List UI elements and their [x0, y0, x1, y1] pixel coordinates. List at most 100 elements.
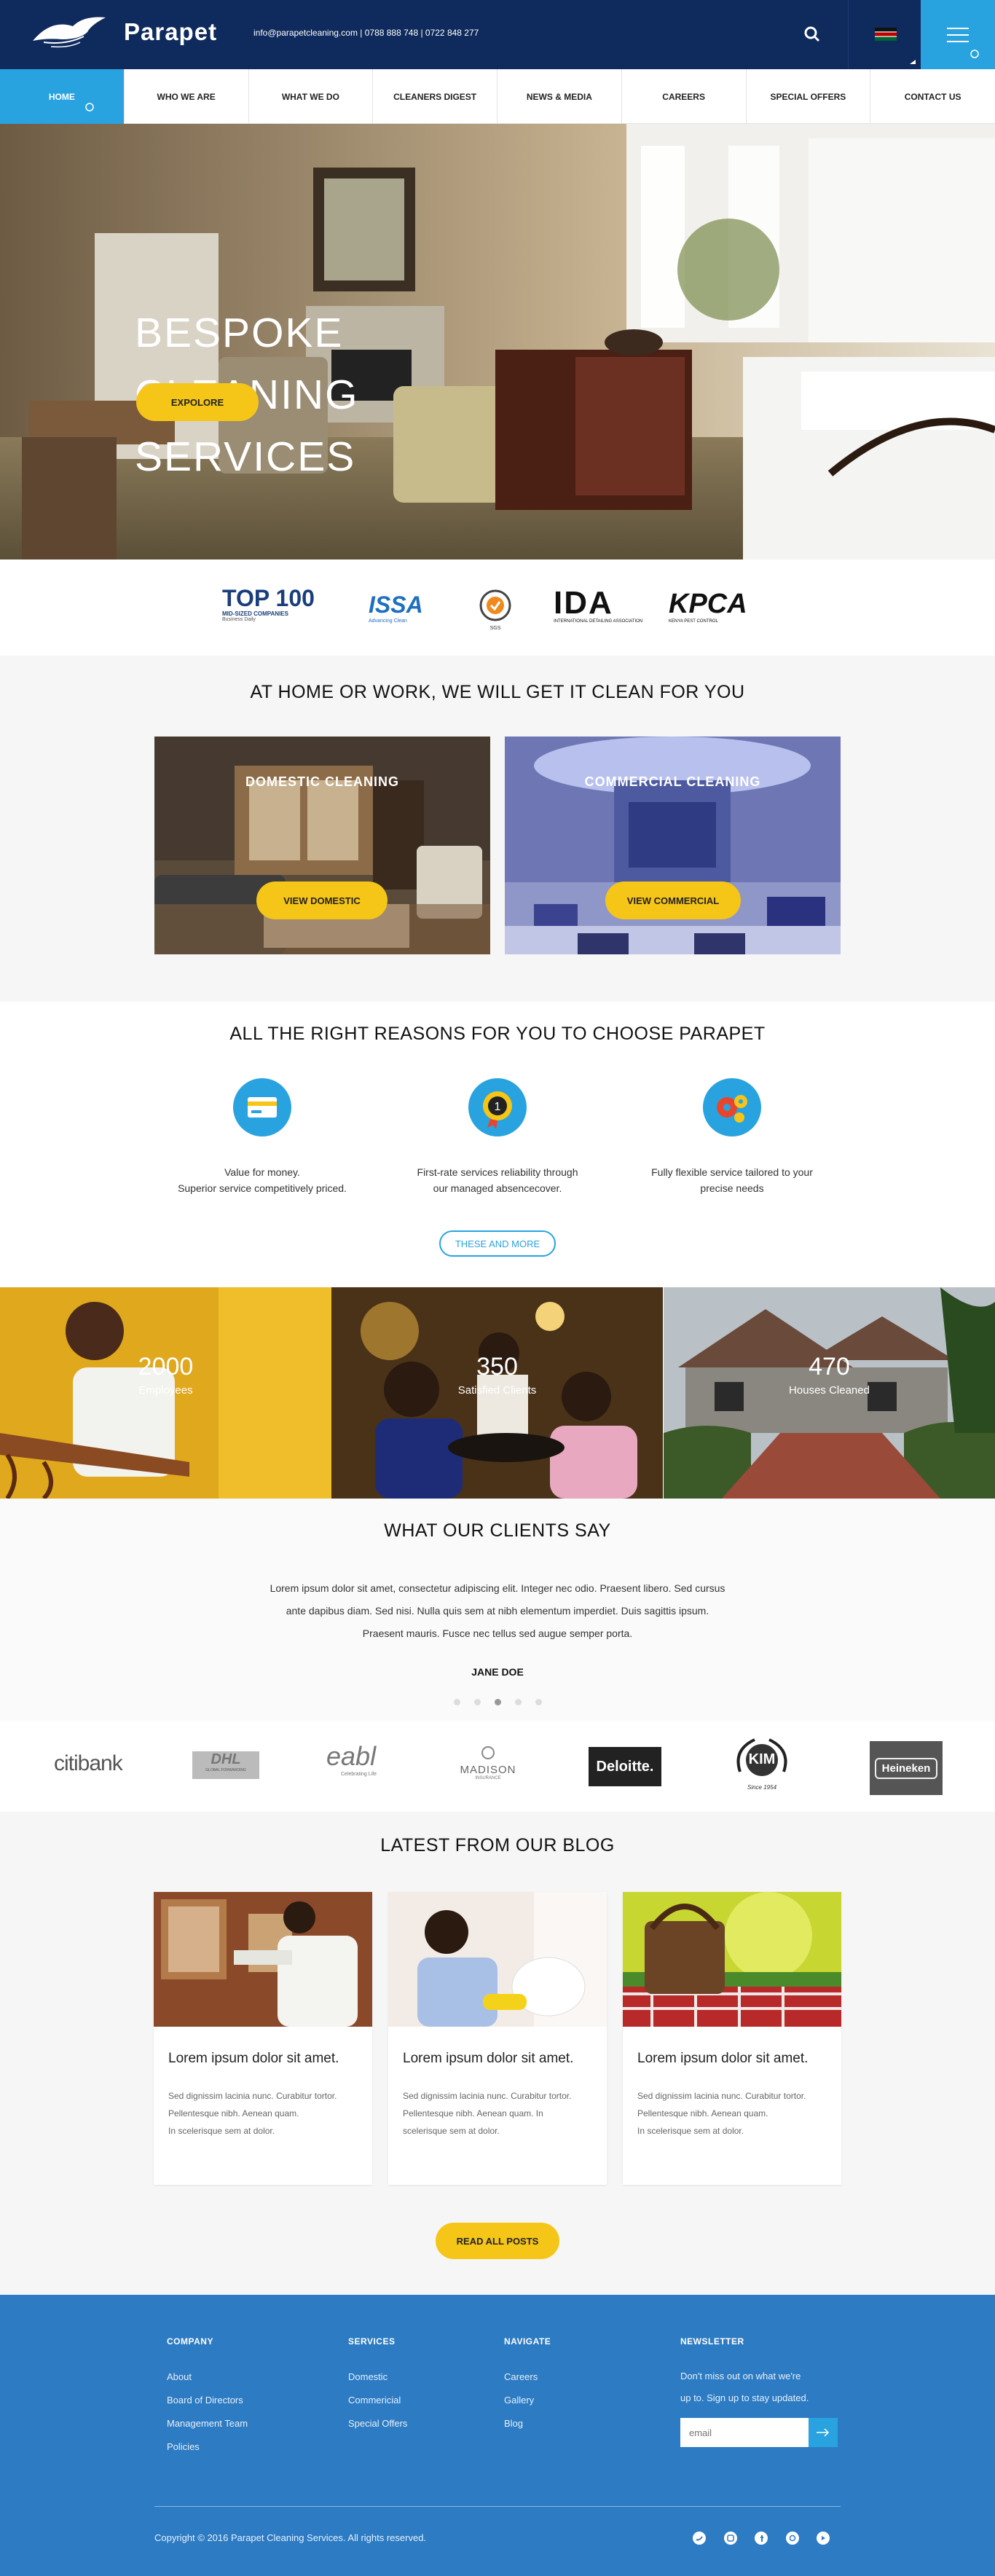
nav-label: CONTACT US	[904, 91, 961, 102]
citibank-logo: citibank	[54, 1751, 123, 1775]
nav-item-news-media[interactable]: NEWS & MEDIA	[498, 69, 622, 124]
footer-link-careers[interactable]: Careers	[504, 2365, 551, 2389]
view-commercial-button[interactable]: VIEW COMMERCIAL	[605, 881, 741, 919]
blog-excerpt: Sed dignissim lacinia nunc. Curabitur to…	[403, 2087, 599, 2140]
youtube-icon[interactable]	[817, 2532, 830, 2545]
footer-divider	[154, 2506, 841, 2507]
subscribe-button[interactable]	[809, 2418, 838, 2447]
nav-label: SPECIAL OFFERS	[770, 91, 846, 102]
logo-text: DHL	[211, 1751, 241, 1767]
blog-card[interactable]: Lorem ipsum dolor sit amet. Sed dignissi…	[623, 1892, 841, 2185]
testimonial-author: JANE DOE	[471, 1666, 524, 1678]
accreditation-logos: TOP 100 MID-SIZED COMPANIES Business Dai…	[0, 559, 995, 656]
card-title: COMMERCIAL CLEANING	[584, 774, 761, 789]
explore-button[interactable]: EXPOLORE	[136, 383, 259, 421]
email-input[interactable]	[680, 2418, 809, 2447]
footer-link-about[interactable]: About	[167, 2365, 248, 2389]
footer-link-domestic[interactable]: Domestic	[348, 2365, 407, 2389]
logo-text: eabl	[326, 1741, 377, 1771]
domestic-room-image	[154, 737, 490, 954]
footer-link-policies[interactable]: Policies	[167, 2435, 248, 2459]
top100-logo: TOP 100 MID-SIZED COMPANIES Business Dai…	[222, 586, 317, 629]
blog-title[interactable]: Lorem ipsum dolor sit amet.	[637, 2051, 808, 2067]
nav-label: HOME	[48, 91, 75, 102]
footer-navigate: NAVIGATE Careers Gallery Blog	[504, 2336, 551, 2435]
hero-banner: BESPOKE CLEANING SERVICES EXPOLORE	[0, 124, 995, 559]
footer-link-management[interactable]: Management Team	[167, 2412, 248, 2435]
credit-card-icon	[233, 1078, 291, 1136]
nav-label: CLEANERS DIGEST	[393, 91, 477, 102]
logo-subtext: SGS	[489, 626, 501, 631]
stat-houses: 470 Houses Cleaned	[664, 1287, 995, 1499]
brand-logo[interactable]: Parapet	[29, 12, 217, 52]
commercial-card[interactable]: COMMERCIAL CLEANING VIEW COMMERCIAL	[505, 737, 841, 954]
kim-logo: KIM Since 1954	[725, 1735, 798, 1801]
testimonial-quote: Lorem ipsum dolor sit amet, consectetur …	[270, 1582, 725, 1639]
nav-item-what-we-do[interactable]: WHAT WE DO	[249, 69, 374, 124]
partner-logos: citibank DHL GLOBAL FORWARDING eabl Cele…	[0, 1721, 995, 1812]
carousel-dot[interactable]	[515, 1699, 522, 1705]
nav-item-special-offers[interactable]: SPECIAL OFFERS	[747, 69, 871, 124]
blog-image	[388, 1892, 607, 2027]
stats-section: 2000 Employees 350 Satisfied Clients 470…	[0, 1287, 995, 1499]
arrow-right-icon	[817, 2428, 830, 2437]
twitter-icon[interactable]	[693, 2532, 706, 2545]
footer-link-special-offers[interactable]: Special Offers	[348, 2412, 407, 2435]
contact-info: info@parapetcleaning.com | 0788 888 748 …	[253, 28, 479, 38]
stat-label: Houses Cleaned	[789, 1384, 870, 1397]
nav-item-careers[interactable]: CAREERS	[622, 69, 747, 124]
nav-item-home[interactable]: HOME	[0, 69, 125, 124]
excerpt-line: Pellentesque nibh. Aenean quam. In	[403, 2108, 543, 2118]
blog-excerpt: Sed dignissim lacinia nunc. Curabitur to…	[168, 2087, 365, 2140]
blog-card[interactable]: Lorem ipsum dolor sit amet. Sed dignissi…	[154, 1892, 372, 2185]
nav-label: NEWS & MEDIA	[526, 91, 592, 102]
footer: COMPANY About Board of Directors Managem…	[0, 2295, 995, 2576]
copyright: Copyright © 2016 Parapet Cleaning Servic…	[154, 2532, 427, 2543]
brand-name: Parapet	[124, 17, 218, 45]
logo-subtext: KENYA PEST CONTROL	[669, 619, 718, 624]
hero-line: SERVICES	[135, 433, 356, 480]
read-all-posts-button[interactable]: READ ALL POSTS	[436, 2223, 559, 2259]
newsletter-text: Don't miss out on what we're	[680, 2371, 801, 2381]
facebook-icon[interactable]	[755, 2532, 768, 2545]
footer-heading: NAVIGATE	[504, 2336, 551, 2347]
blog-card[interactable]: Lorem ipsum dolor sit amet. Sed dignissi…	[388, 1892, 607, 2185]
footer-link-gallery[interactable]: Gallery	[504, 2389, 551, 2412]
card-title: DOMESTIC CLEANING	[245, 774, 399, 789]
carousel-dot[interactable]	[454, 1699, 460, 1705]
google-plus-icon[interactable]	[786, 2532, 799, 2545]
footer-link-commercial[interactable]: Commericial	[348, 2389, 407, 2412]
hamburger-menu-button[interactable]	[921, 0, 995, 69]
domestic-card[interactable]: DOMESTIC CLEANING VIEW DOMESTIC	[154, 737, 490, 954]
sgs-badge-icon	[479, 589, 511, 621]
bathroom-cleaning-image	[388, 1892, 607, 2027]
instagram-icon[interactable]	[724, 2532, 737, 2545]
pointer-hand-icon	[85, 103, 94, 111]
madison-logo: MADISON INSURANCE	[455, 1746, 522, 1789]
nav-item-who-we-are[interactable]: WHO WE ARE	[125, 69, 249, 124]
nav-item-contact-us[interactable]: CONTACT US	[870, 69, 995, 124]
footer-link-board[interactable]: Board of Directors	[167, 2389, 248, 2412]
kpca-logo: KPCA KENYA PEST CONTROL	[669, 589, 759, 632]
blog-image	[154, 1892, 372, 2027]
logo-subtext: MID-SIZED COMPANIES	[222, 610, 288, 617]
reason-flexible: Fully flexible service tailored to your …	[623, 1164, 841, 1196]
blog-title[interactable]: Lorem ipsum dolor sit amet.	[403, 2051, 573, 2067]
excerpt-line: Pellentesque nibh. Aenean quam.	[168, 2108, 299, 2118]
view-domestic-button[interactable]: VIEW DOMESTIC	[256, 881, 388, 919]
services-section: AT HOME OR WORK, WE WILL GET IT CLEAN FO…	[0, 656, 995, 1002]
carousel-dot-active[interactable]	[495, 1699, 501, 1705]
kenya-flag-icon[interactable]	[875, 28, 897, 41]
logo-subtext: INSURANCE	[475, 1776, 501, 1780]
footer-link-blog[interactable]: Blog	[504, 2412, 551, 2435]
blog-title[interactable]: Lorem ipsum dolor sit amet.	[168, 2051, 339, 2067]
logo-text: ISSA	[369, 592, 423, 618]
nav-item-cleaners-digest[interactable]: CLEANERS DIGEST	[373, 69, 498, 124]
search-icon[interactable]	[803, 25, 822, 44]
these-and-more-button[interactable]: THESE AND MORE	[439, 1230, 556, 1257]
carousel-dot[interactable]	[535, 1699, 542, 1705]
hamburger-icon	[947, 28, 969, 29]
logo-subtext: INTERNATIONAL DETAILING ASSOCIATION	[554, 619, 643, 624]
carousel-dot[interactable]	[474, 1699, 481, 1705]
madison-emblem-icon	[481, 1746, 495, 1759]
